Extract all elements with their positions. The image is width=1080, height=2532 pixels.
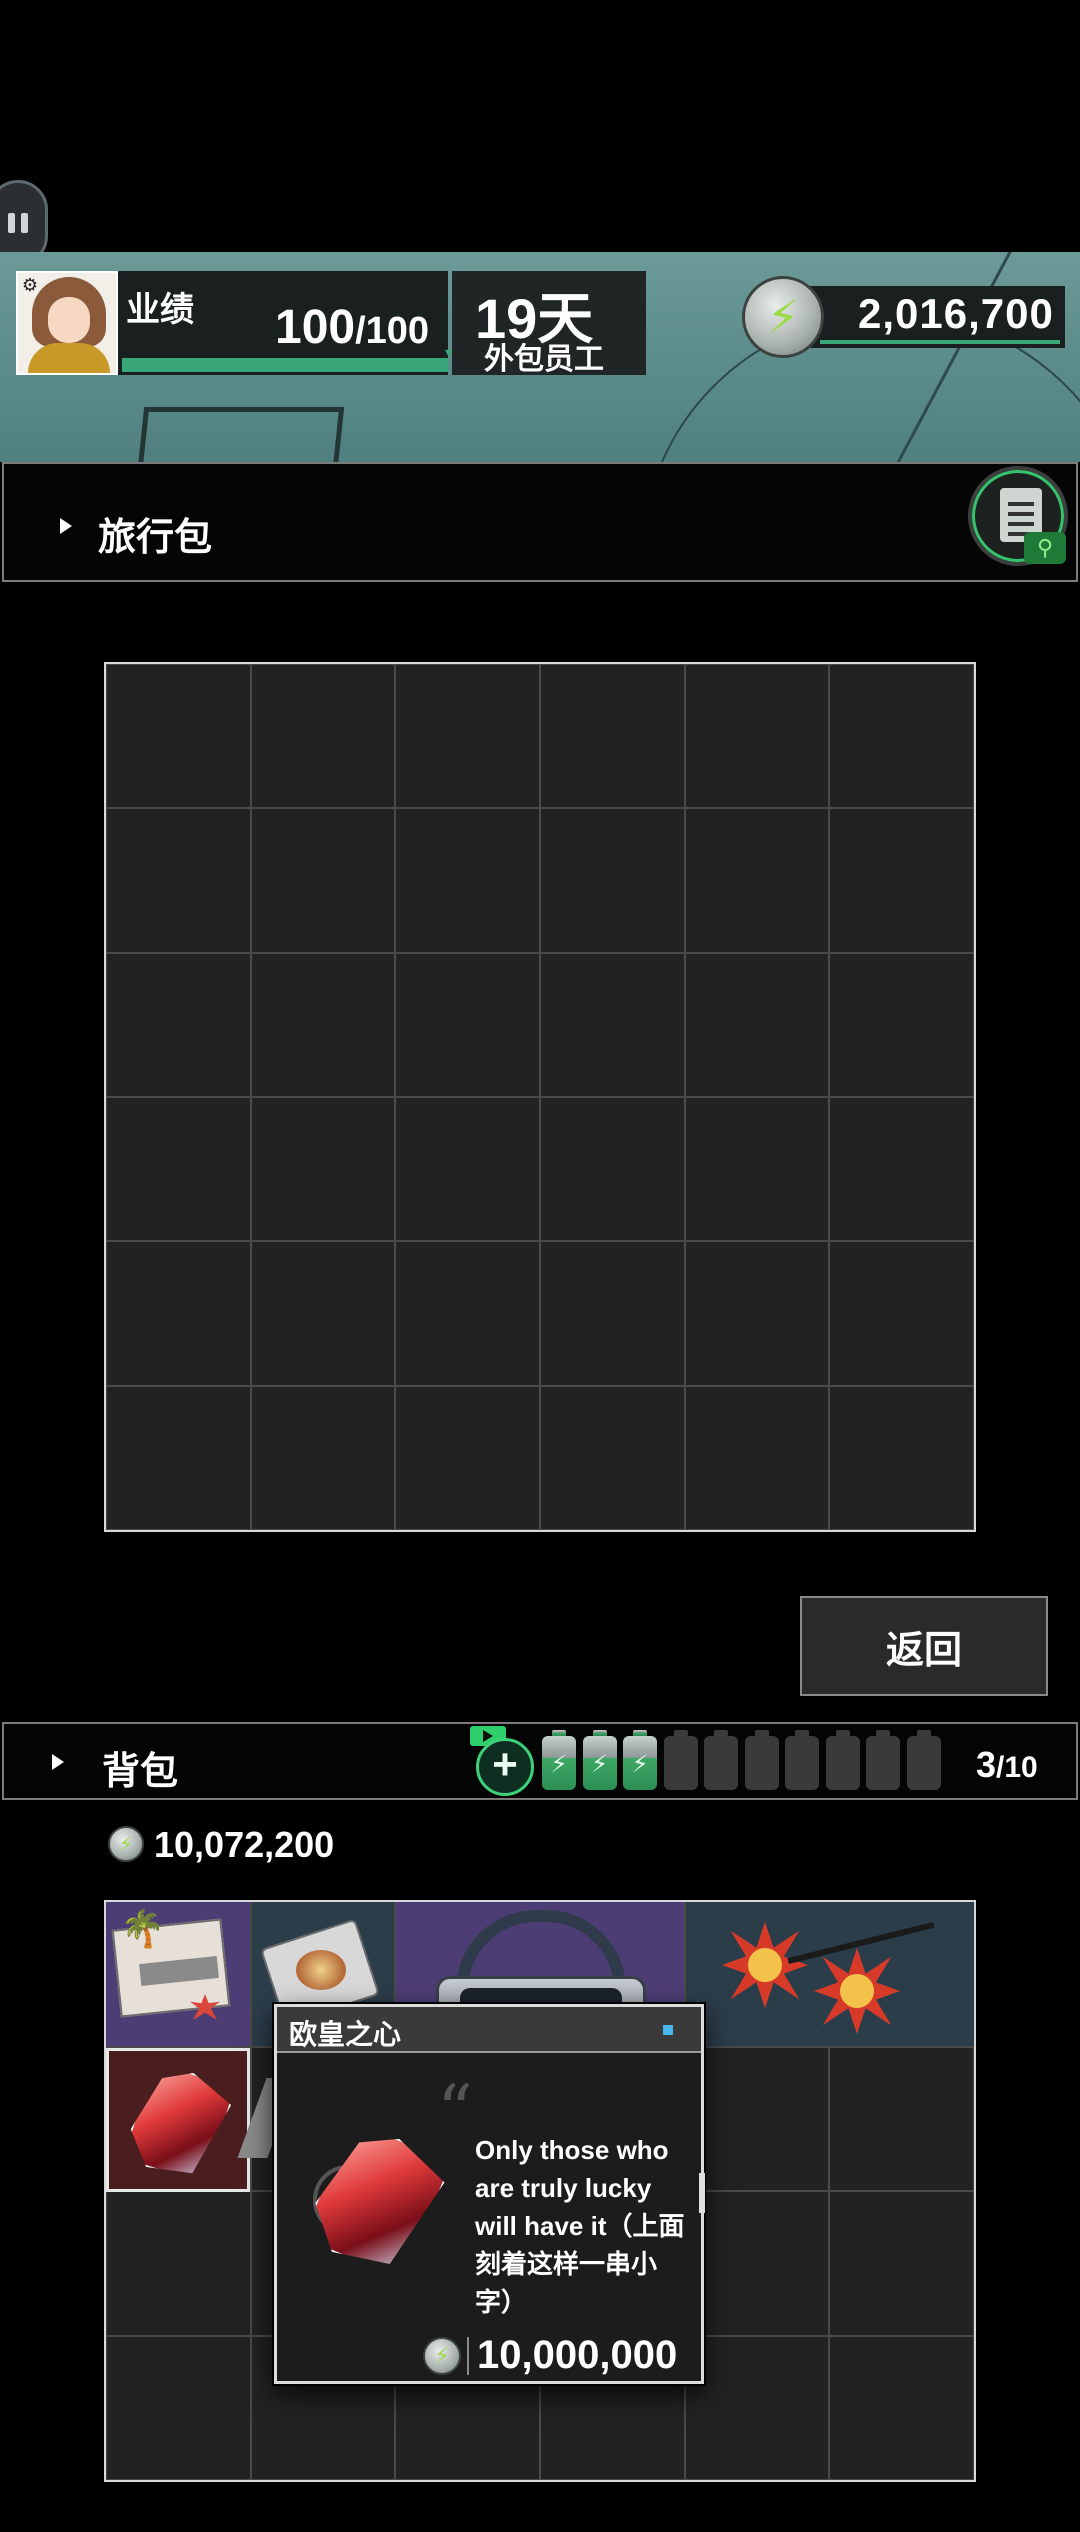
travel-bag-cell[interactable] [684,1385,830,1530]
battery-empty-icon [866,1730,900,1790]
quote-icon: “ [437,2070,473,2152]
performance-label: 业绩 [126,291,194,329]
rarity-dot [663,2025,673,2035]
travel-bag-cell[interactable] [250,1241,396,1386]
backpack-title: 背包 [102,1751,179,1793]
gear-icon: ⚙ [21,275,39,295]
backpack-cell[interactable] [684,2335,830,2480]
travel-bag-cell[interactable] [684,1096,830,1242]
travel-bag-cell[interactable] [395,808,540,953]
travel-bag-cell[interactable] [540,808,685,953]
travel-bag-cell[interactable] [540,1241,685,1386]
battery-empty-icon [785,1730,819,1790]
travel-bag-cell[interactable] [540,952,685,1097]
travel-bag-cell[interactable] [684,952,830,1097]
travel-bag-cell[interactable] [106,1241,251,1386]
tooltip-price: 10,000,000 [477,2333,678,2377]
travel-bag-cell[interactable] [250,1096,396,1242]
back-button[interactable]: 返回 [800,1596,1048,1696]
battery-full-icon: ⚡ [582,1730,617,1790]
item-tooltip: 欧皇之心 “ Only those who are truly lucky wi… [274,2004,705,2384]
travel-bag-cell[interactable] [106,952,251,1097]
ticket-item[interactable]: 🌴 [106,1902,250,2046]
travel-bag-grid [104,662,976,1532]
lightning-coin-icon: ⚡ [742,276,824,358]
sun-glasses-item[interactable] [686,1902,974,2046]
travel-bag-cell[interactable] [250,808,396,953]
palm-tree-icon: 🌴 [120,1908,165,1949]
backpack-cell[interactable] [106,2335,251,2480]
battery-empty-icon [825,1730,860,1790]
clipboard-search-button[interactable]: ⚲ [968,466,1068,566]
bag-capacity: 3/10 [976,1744,1038,1785]
travel-bag-cell[interactable] [540,664,685,809]
travel-bag-cell[interactable] [829,952,974,1097]
travel-bag-cell[interactable] [684,808,830,953]
travel-bag-cell[interactable] [829,808,974,953]
backpack-money: 10,072,200 [154,1824,335,1865]
search-icon: ⚲ [1024,532,1066,564]
role-label: 外包员工 [484,343,604,376]
crystal-item[interactable] [106,2048,250,2192]
backpack-cell[interactable] [829,2046,974,2191]
travel-bag-cell[interactable] [395,1241,540,1386]
lightning-coin-icon: ⚡ [423,2337,461,2375]
travel-bag-cell[interactable] [540,1096,685,1242]
travel-bag-cell[interactable] [684,664,830,809]
travel-bag-cell[interactable] [395,952,540,1097]
backpack-cell[interactable] [829,2335,974,2480]
tooltip-description: Only those who are truly lucky will have… [475,2135,685,2317]
expand-arrow-icon [60,518,72,534]
battery-empty-icon [663,1730,698,1790]
travel-bag-cell[interactable] [395,664,540,809]
expand-arrow-icon [52,1754,64,1770]
travel-bag-cell[interactable] [395,1096,540,1242]
avatar[interactable]: ⚙ [16,271,118,375]
travel-bag-cell[interactable] [829,1385,974,1530]
travel-bag-cell[interactable] [106,1385,251,1530]
travel-bag-cell[interactable] [250,952,396,1097]
backpack-cell[interactable] [829,2191,974,2336]
travel-bag-cell[interactable] [684,1241,830,1386]
battery-empty-icon [906,1730,941,1790]
battery-full-icon: ⚡ [542,1730,576,1790]
travel-bag-cell[interactable] [829,664,974,809]
crystal-icon [301,2119,454,2281]
backpack-cell[interactable] [106,2191,251,2336]
travel-bag-cell[interactable] [106,664,251,809]
backpack-cell[interactable] [684,2191,830,2336]
battery-full-icon: ⚡ [623,1730,657,1790]
backpack-cell[interactable] [684,2046,830,2191]
travel-bag-cell[interactable] [106,808,251,953]
lightning-coin-icon: ⚡ [108,1826,144,1862]
travel-bag-title: 旅行包 [98,517,213,559]
travel-bag-cell[interactable] [250,664,396,809]
travel-bag-cell[interactable] [829,1241,974,1386]
crystal-icon [121,2060,237,2186]
battery-empty-icon [744,1730,779,1790]
hud-money: 2,016,700 [858,290,1054,337]
bar-tick-icon: ▾ [445,344,453,360]
performance-value: 100/100 [275,301,430,354]
travel-bag-cell[interactable] [829,1096,974,1242]
battery-empty-icon [704,1730,738,1790]
travel-bag-cell[interactable] [540,1385,685,1530]
tooltip-title: 欧皇之心 [289,2019,402,2050]
travel-bag-cell[interactable] [395,1385,540,1530]
travel-bag-cell[interactable] [250,1385,396,1530]
performance-bar [122,358,448,372]
travel-bag-cell[interactable] [106,1096,251,1242]
add-capacity-button[interactable]: + [476,1738,534,1796]
